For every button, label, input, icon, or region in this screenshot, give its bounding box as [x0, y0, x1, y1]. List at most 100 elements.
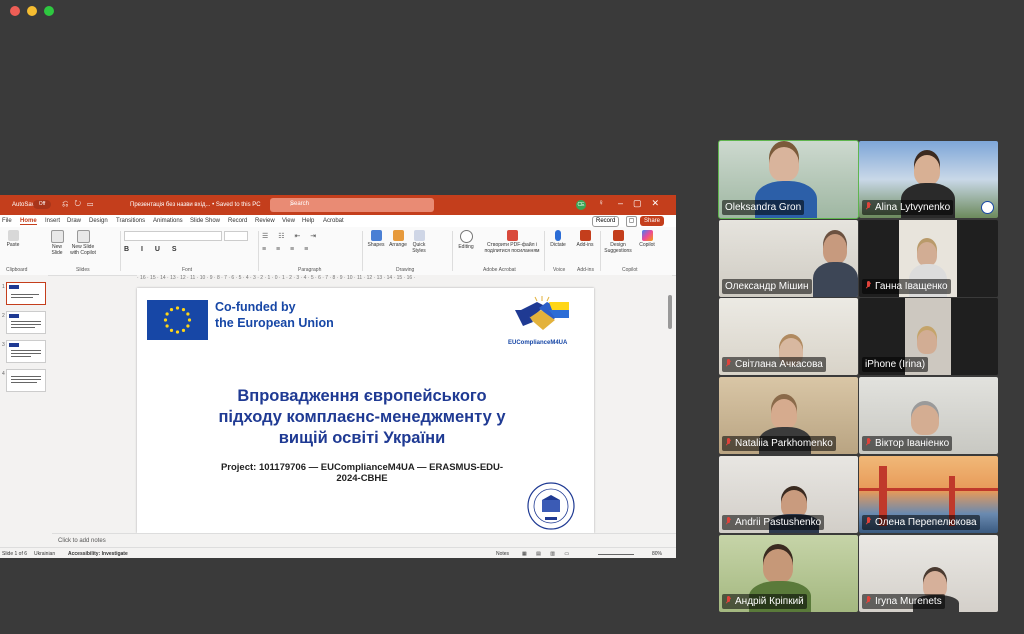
shapes-icon: [370, 230, 382, 241]
slide-title: Впровадження європейського підходу компл…: [218, 387, 506, 447]
language-indicator[interactable]: Ukrainian: [34, 551, 55, 557]
new-slide-copilot-icon: [76, 230, 90, 243]
slide-thumbnail[interactable]: 1: [2, 282, 46, 305]
participant-tile[interactable]: iPhone (Irina): [859, 298, 998, 375]
slide-thumbnails: 1 2 3 4: [0, 275, 48, 535]
bullets-buttons[interactable]: ☰ ☷ ⇤ ⇥: [262, 232, 320, 240]
accessibility-status[interactable]: Accessibility: Investigate: [68, 551, 128, 557]
ribbon-divider: [600, 231, 601, 271]
slide-canvas[interactable]: Co-funded by the European Union EUCompli…: [137, 288, 594, 533]
font-size-select[interactable]: [224, 231, 248, 241]
participant-name: Andrii Pastushenko: [722, 515, 825, 530]
new-slide-copilot-button[interactable]: New Slide with Copilot: [68, 230, 98, 256]
arrange-button[interactable]: Arrange: [387, 230, 409, 248]
participant-name: Олександр Мішин: [722, 279, 812, 294]
tab-transitions[interactable]: Transitions: [116, 218, 145, 224]
muted-mic-icon: [865, 202, 872, 211]
tab-animations[interactable]: Animations: [153, 218, 183, 224]
share-button[interactable]: Share: [640, 216, 665, 226]
editing-button[interactable]: Editing: [455, 230, 477, 250]
shapes-button[interactable]: Shapes: [366, 230, 386, 248]
lightbulb-icon[interactable]: ♀: [598, 198, 604, 207]
participant-name: Alina Lytvynenko: [862, 200, 954, 215]
ribbon-divider: [120, 231, 121, 271]
participant-tile[interactable]: Олена Перепелюкова: [859, 456, 998, 533]
participant-tile[interactable]: Ганна Іващенко: [859, 220, 998, 297]
participant-tile[interactable]: Alina Lytvynenko: [859, 141, 998, 218]
tab-acrobat[interactable]: Acrobat: [323, 218, 344, 224]
font-format-buttons[interactable]: B I U S: [124, 246, 182, 253]
slide-thumbnail[interactable]: 3: [2, 340, 46, 363]
microphone-icon: [555, 230, 561, 241]
tab-design[interactable]: Design: [89, 218, 108, 224]
participant-name: Iryna Murenets: [862, 594, 945, 609]
tab-draw[interactable]: Draw: [67, 218, 81, 224]
create-pdf-button[interactable]: Створити PDF-файл і поділитися посилання…: [484, 230, 540, 254]
tab-record[interactable]: Record: [228, 218, 247, 224]
zoom-level[interactable]: 80%: [652, 551, 662, 557]
participant-tile[interactable]: Nataliia Parkhomenko: [719, 377, 858, 454]
group-label: Clipboard: [6, 267, 28, 273]
ppt-titlebar: AutoSave Off ⎌↻▭ Презентація без назви в…: [0, 195, 676, 215]
quick-styles-button[interactable]: Quick Styles: [409, 230, 429, 254]
cofunded-text: Co-funded by the European Union: [215, 300, 334, 330]
tab-file[interactable]: File: [2, 218, 12, 224]
user-avatar[interactable]: CE: [576, 200, 586, 210]
arrange-icon: [392, 230, 404, 241]
tab-slide-show[interactable]: Slide Show: [190, 218, 220, 224]
tab-insert[interactable]: Insert: [45, 218, 60, 224]
participant-tile[interactable]: Андрій Кріпкий: [719, 535, 858, 612]
participant-tile[interactable]: Oleksandra Gron: [718, 140, 859, 219]
tab-help[interactable]: Help: [302, 218, 314, 224]
notes-pane[interactable]: Click to add notes: [52, 533, 676, 548]
zoom-window-button[interactable]: [44, 6, 54, 16]
autosave-toggle[interactable]: Off: [33, 200, 51, 209]
design-suggestions-button[interactable]: Design Suggestions: [603, 230, 633, 254]
participant-name: Oleksandra Gron: [722, 200, 805, 215]
record-button[interactable]: Record: [592, 216, 620, 227]
close-window-button[interactable]: [10, 6, 20, 16]
tab-view[interactable]: View: [282, 218, 295, 224]
new-slide-button[interactable]: New Slide: [46, 230, 68, 256]
zoom-slider[interactable]: [598, 554, 634, 555]
participant-tile[interactable]: Віктор Іваніенко: [859, 377, 998, 454]
participant-name: Віктор Іваніенко: [862, 436, 953, 451]
notes-toggle[interactable]: Notes: [496, 551, 509, 557]
tab-review[interactable]: Review: [255, 218, 275, 224]
group-label: Drawing: [396, 267, 415, 273]
vertical-scrollbar[interactable]: [668, 295, 672, 329]
dictate-button[interactable]: Dictate: [548, 230, 568, 248]
group-label: Copilot: [622, 267, 638, 273]
participant-tile[interactable]: Iryna Murenets: [859, 535, 998, 612]
alignment-buttons[interactable]: ≡ ≡ ≡ ≡: [262, 246, 312, 253]
participant-tile[interactable]: Олександр Мішин: [719, 220, 858, 297]
eu-flag-icon: [147, 300, 208, 340]
group-label: Paragraph: [298, 267, 322, 273]
muted-mic-icon: [725, 359, 732, 368]
search-box[interactable]: ⌕ Search: [270, 198, 434, 212]
quick-styles-icon: [413, 230, 425, 241]
copilot-button[interactable]: Copilot: [636, 230, 658, 248]
document-name[interactable]: Презентація без назви вхід... • Saved to…: [130, 202, 261, 208]
participant-tile[interactable]: Світлана Ачкасова: [719, 298, 858, 375]
participant-name: Ганна Іващенко: [862, 279, 951, 294]
search-placeholder: Search: [290, 201, 310, 207]
window-controls[interactable]: –▢✕: [618, 198, 669, 209]
comments-icon[interactable]: ▢: [626, 216, 637, 227]
minimize-window-button[interactable]: [27, 6, 37, 16]
participant-name: Олена Перепелюкова: [862, 515, 980, 530]
university-seal-icon: [527, 482, 575, 530]
group-label: Font: [182, 267, 193, 273]
paste-button[interactable]: Paste: [4, 230, 22, 248]
slide-thumbnail[interactable]: 2: [2, 311, 46, 334]
tab-home[interactable]: Home: [20, 218, 37, 225]
addins-button[interactable]: Add-ins: [574, 230, 596, 248]
slide-thumbnail[interactable]: 4: [2, 369, 46, 392]
quick-access-toolbar[interactable]: ⎌↻▭: [62, 199, 99, 209]
ribbon-tabs: File Home Insert Draw Design Transitions…: [0, 215, 676, 227]
participant-tile[interactable]: Andrii Pastushenko: [719, 456, 858, 533]
font-name-select[interactable]: [124, 231, 222, 241]
muted-mic-icon: [725, 517, 732, 526]
view-buttons[interactable]: ▦ ▤ ▥ ▭: [522, 551, 573, 557]
powerpoint-window: AutoSave Off ⎌↻▭ Презентація без назви в…: [0, 195, 676, 558]
